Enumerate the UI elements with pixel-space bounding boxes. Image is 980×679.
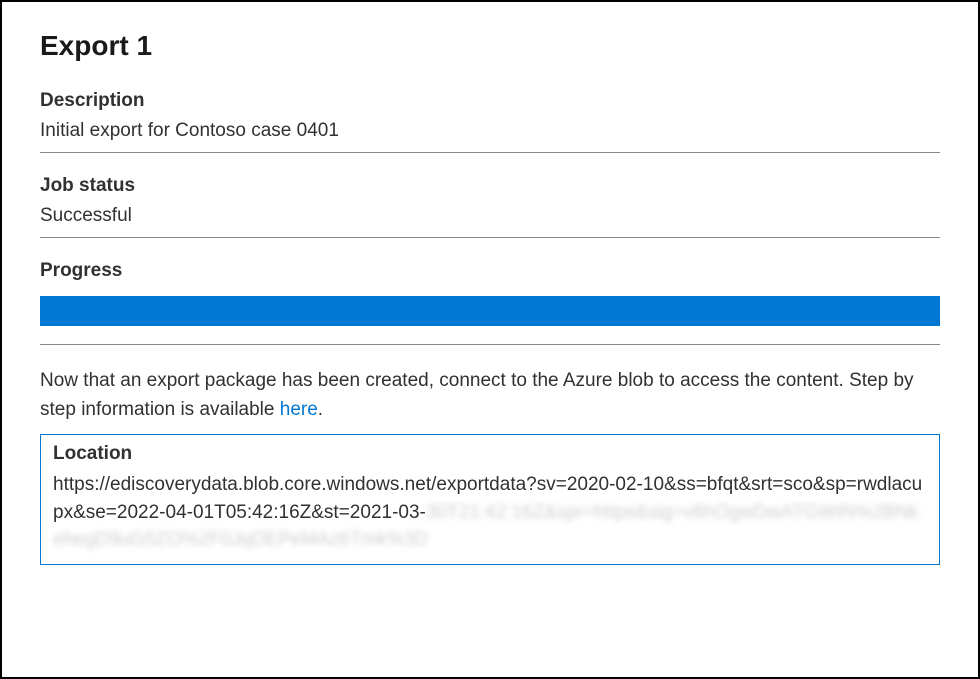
progress-bar-fill [40, 296, 940, 326]
progress-bar-track [40, 296, 940, 326]
description-label: Description [40, 90, 940, 112]
description-field: Description Initial export for Contoso c… [40, 90, 940, 153]
export-detail-panel: Export 1 Description Initial export for … [0, 0, 980, 679]
progress-field: Progress [40, 260, 940, 345]
instruction-link[interactable]: here [280, 399, 318, 420]
progress-bar-wrapper [40, 296, 940, 326]
job-status-label: Job status [40, 175, 940, 197]
description-value: Initial export for Contoso case 0401 [40, 120, 940, 153]
instruction-text-after: . [318, 399, 323, 420]
job-status-field: Job status Successful [40, 175, 940, 238]
location-url: https://ediscoverydata.blob.core.windows… [53, 471, 927, 554]
instruction-text: Now that an export package has been crea… [40, 367, 940, 424]
progress-divider [40, 344, 940, 345]
job-status-value: Successful [40, 205, 940, 238]
location-label: Location [53, 443, 927, 465]
location-box[interactable]: Location https://ediscoverydata.blob.cor… [40, 434, 940, 565]
progress-label: Progress [40, 260, 940, 282]
instruction-text-before: Now that an export package has been crea… [40, 370, 914, 420]
panel-title: Export 1 [40, 30, 940, 62]
